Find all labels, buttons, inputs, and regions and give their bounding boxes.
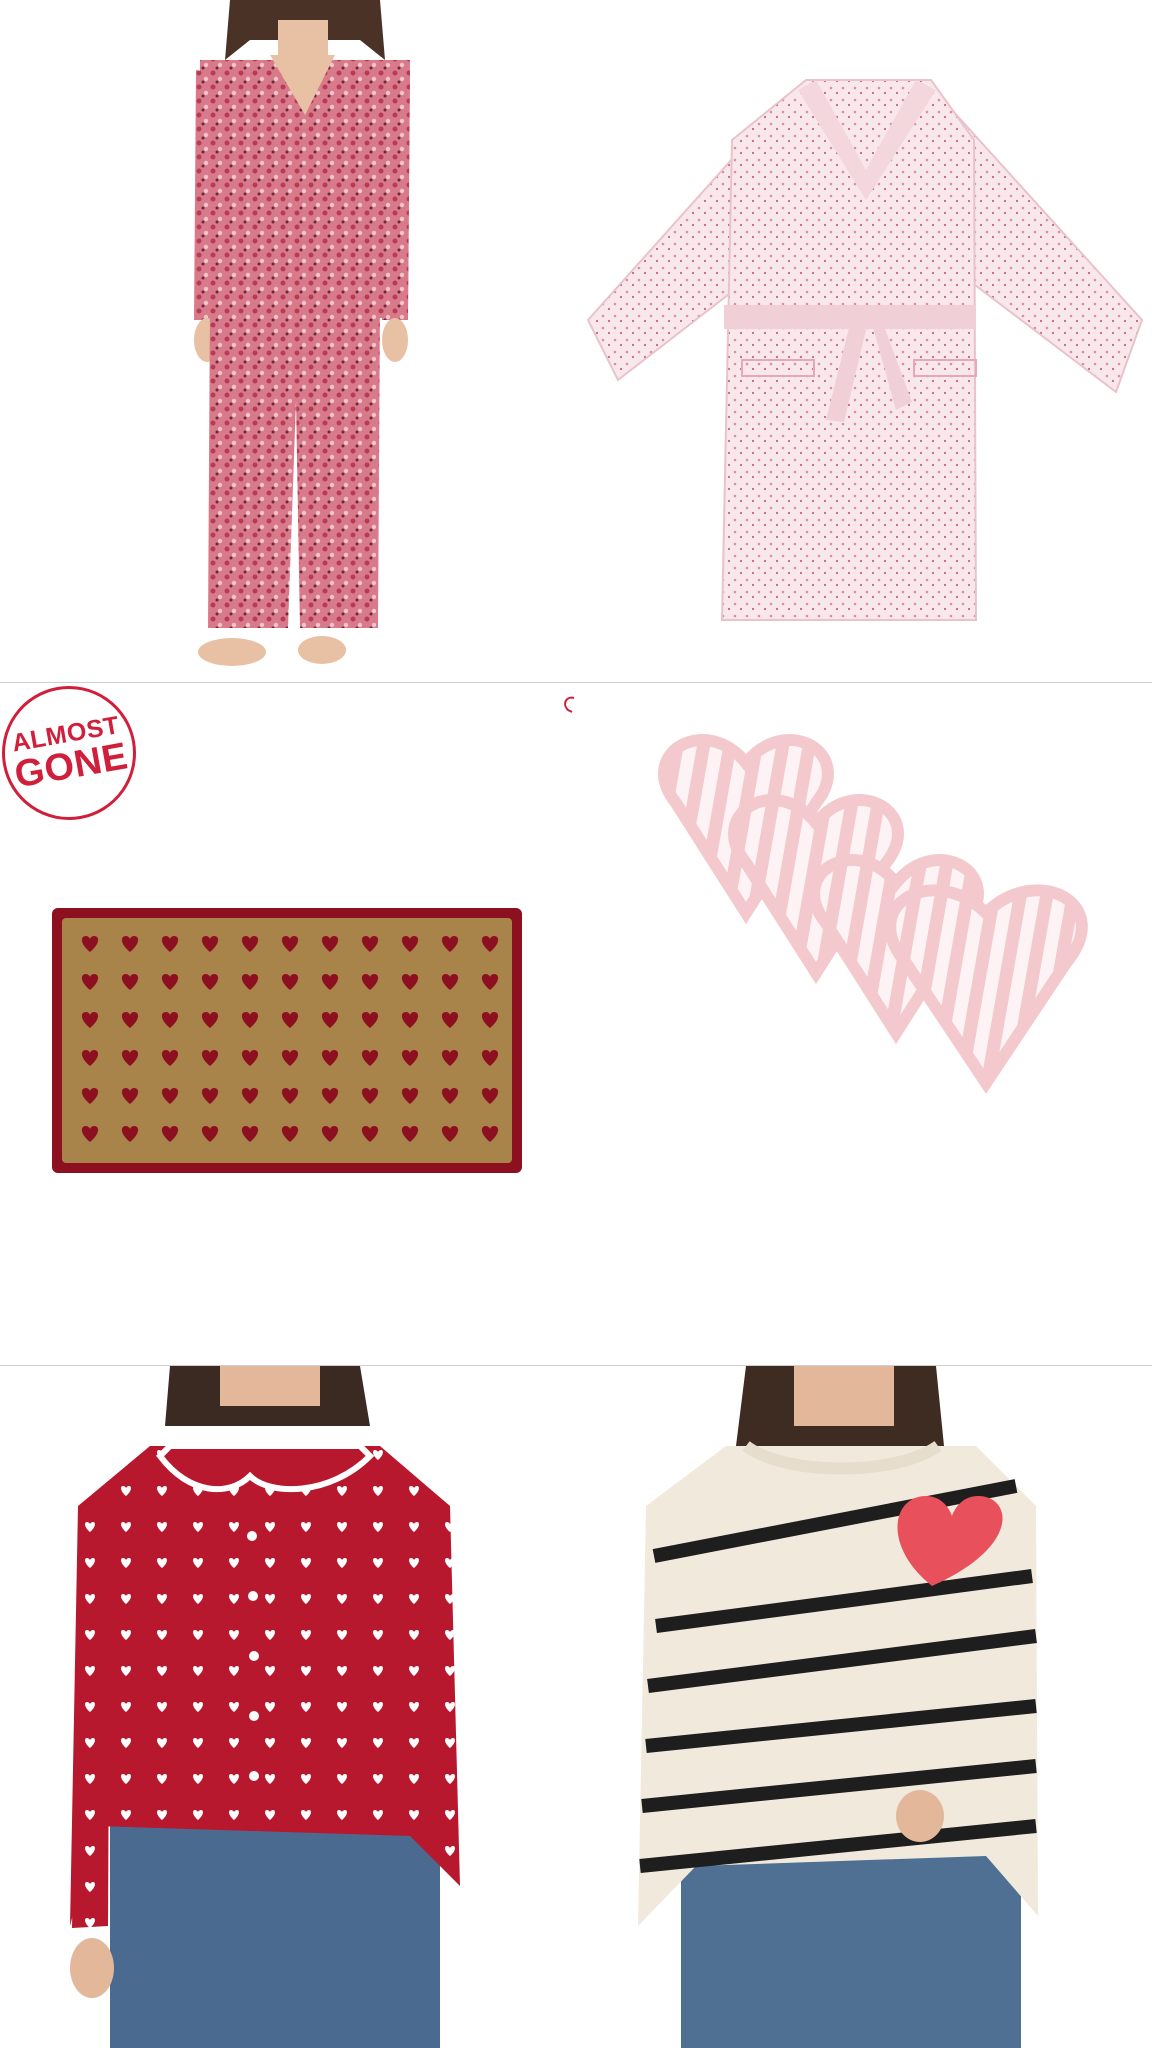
floral-robe-image [586, 79, 1144, 621]
product-tile-robe[interactable] [576, 0, 1152, 682]
product-grid: ALMOST GONE [0, 0, 1152, 2048]
heart-ruffle-coasters-image [658, 734, 1088, 1094]
red-heart-cardigan-image [70, 1366, 460, 2048]
heart-icon [564, 696, 575, 713]
product-tile-pajama-set[interactable] [0, 0, 576, 682]
product-tile-cardigan[interactable] [0, 1366, 576, 2048]
product-tile-coasters[interactable] [576, 683, 1152, 1365]
floral-pajama-set-image [194, 0, 410, 666]
product-tile-sweater[interactable] [576, 1366, 1152, 2048]
striped-heart-sweater-image [638, 1366, 1038, 2048]
